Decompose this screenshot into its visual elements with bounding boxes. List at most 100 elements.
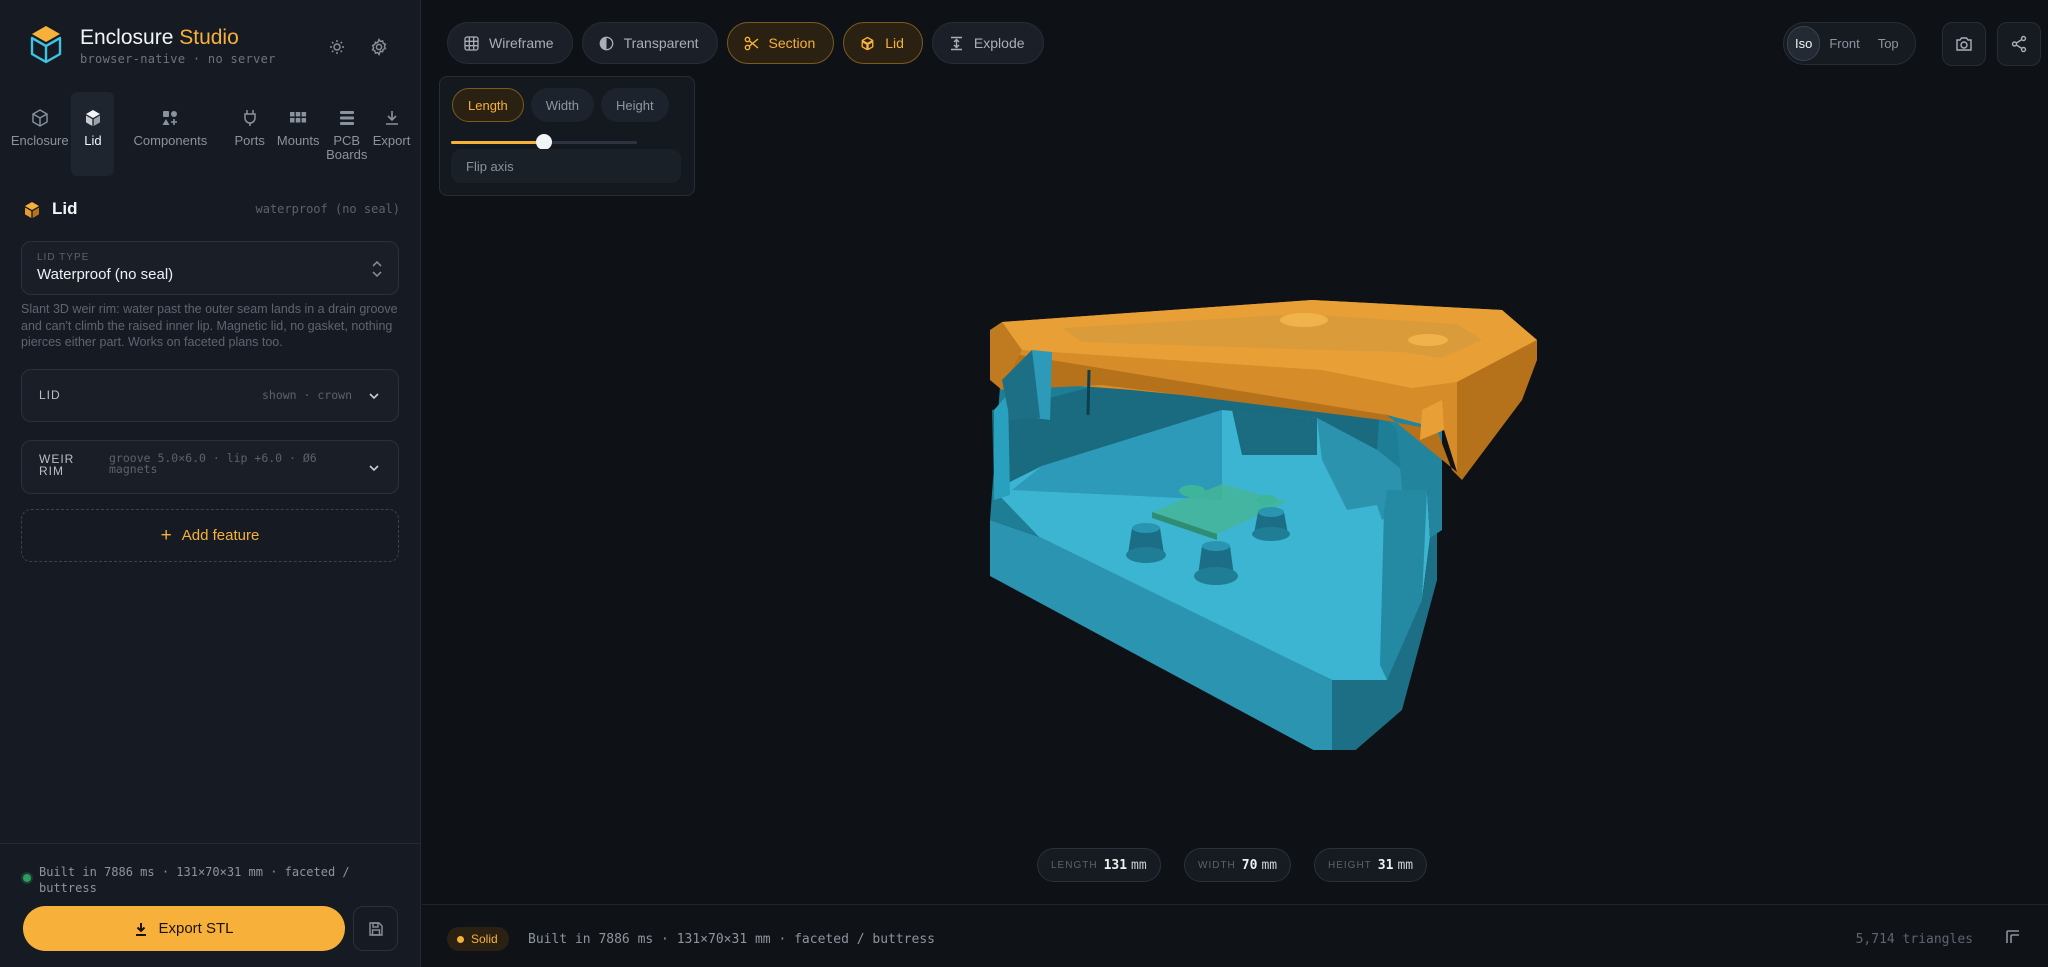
plug-icon <box>243 110 256 126</box>
toolbar-label: Explode <box>973 35 1025 51</box>
view-front-button[interactable]: Front <box>1820 26 1868 61</box>
render-mode-dot <box>457 935 464 943</box>
dimension-unit: mm <box>1261 857 1278 873</box>
tab-enclosure[interactable]: Enclosure <box>8 92 71 176</box>
sidebar-tabs: Enclosure Lid Components Ports Mounts PC… <box>8 92 413 176</box>
tab-label: Enclosure <box>10 133 69 148</box>
share-icon <box>2011 35 2027 53</box>
dimension-key: LENGTH <box>1051 859 1098 871</box>
stack-icon <box>339 111 354 125</box>
tab-lid[interactable]: Lid <box>71 92 115 176</box>
grid-icon <box>290 112 307 123</box>
app-title-accent: Studio <box>179 26 239 49</box>
render-mode-label: Solid <box>471 932 498 946</box>
render-mode-badge[interactable]: Solid <box>447 927 509 951</box>
add-feature-label: Add feature <box>181 527 260 544</box>
lid-type-select[interactable]: LID TYPE Waterproof (no seal) <box>21 241 399 295</box>
slider-fill <box>451 141 544 144</box>
build-status-text: Built in 7886 ms · 131×70×31 mm · facete… <box>39 865 350 895</box>
app-title: Enclosure Studio <box>80 26 239 50</box>
share-button[interactable] <box>1997 22 2041 66</box>
enclosure-model-render[interactable] <box>982 290 1682 750</box>
section-toggle[interactable]: Section <box>726 22 835 64</box>
app-subtitle: browser-native · no server <box>80 52 276 66</box>
panel-header: Lid waterproof (no seal) <box>22 199 400 223</box>
flip-axis-button[interactable]: Flip axis <box>451 149 681 183</box>
settings-button[interactable] <box>366 34 392 60</box>
build-status-dot <box>23 874 31 882</box>
panel-title: Lid <box>52 199 78 218</box>
save-button[interactable] <box>353 906 398 951</box>
dimension-value: 31 <box>1377 857 1394 873</box>
cube-solid-icon <box>25 202 39 218</box>
view-top-button[interactable]: Top <box>1869 26 1908 61</box>
gear-icon <box>371 38 387 56</box>
sidebar-footer: Built in 7886 ms · 131×70×31 mm · facete… <box>0 843 421 967</box>
sun-icon <box>330 40 344 54</box>
chevron-up-down-icon <box>372 260 382 278</box>
dimension-height-badge: HEIGHT 31 mm <box>1314 848 1428 882</box>
dimension-key: HEIGHT <box>1328 859 1372 871</box>
tab-components[interactable]: Components <box>114 92 226 176</box>
tab-export[interactable]: Export <box>370 92 413 176</box>
3d-viewport[interactable]: Wireframe Transparent Section Lid Explod… <box>422 0 2048 904</box>
accordion-meta: groove 5.0×6.0 · lip +6.0 · Ø6 magnets <box>109 451 317 476</box>
export-stl-label: Export STL <box>158 920 234 937</box>
status-bar: Solid Built in 7886 ms · 131×70×31 mm · … <box>422 904 2048 967</box>
add-feature-button[interactable]: + Add feature <box>21 509 399 562</box>
accordion-title: LID <box>39 388 61 402</box>
download-icon <box>385 111 398 125</box>
chevron-down-icon <box>369 465 379 472</box>
screenshot-button[interactable] <box>1942 22 1986 66</box>
transparent-toggle[interactable]: Transparent <box>581 22 718 64</box>
panel-tag: waterproof (no seal) <box>255 202 401 216</box>
tab-pcb-boards[interactable]: PCB Boards <box>323 92 370 176</box>
dimension-length-badge: LENGTH 131 mm <box>1037 848 1161 882</box>
axis-length-button[interactable]: Length <box>452 88 524 122</box>
floppy-icon <box>368 921 383 936</box>
accordion-weir-rim[interactable]: WEIR RIM groove 5.0×6.0 · lip +6.0 · Ø6 … <box>21 440 399 494</box>
accordion-title: WEIR RIM <box>39 452 75 478</box>
triangle-count: 5,714 triangles <box>1855 932 1973 947</box>
lid-type-value: Waterproof (no seal) <box>37 266 174 283</box>
download-icon <box>136 922 147 936</box>
explode-icon <box>950 36 962 50</box>
dimension-key: WIDTH <box>1198 859 1236 871</box>
wireframe-toggle[interactable]: Wireframe <box>447 22 573 64</box>
accordion-lid[interactable]: LID shown · crown <box>21 369 399 422</box>
explode-toggle[interactable]: Explode <box>931 22 1044 64</box>
toolbar-label: Transparent <box>623 35 699 51</box>
build-info: Built in 7886 ms · 131×70×31 mm · facete… <box>528 932 935 947</box>
logo-icon <box>30 26 62 64</box>
view-iso-button[interactable]: Iso <box>1787 26 1821 61</box>
tab-label: Mounts <box>276 133 320 148</box>
theme-toggle-button[interactable] <box>324 34 350 60</box>
shapes-icon <box>162 111 178 125</box>
dimension-unit: mm <box>1397 857 1414 873</box>
dimension-value: 70 <box>1241 857 1258 873</box>
toolbar-label: Section <box>768 35 816 51</box>
brand: Enclosure Studio browser-native · no ser… <box>28 24 408 76</box>
dimension-width-badge: WIDTH 70 mm <box>1184 848 1292 882</box>
section-panel: Length Width Height Flip axis <box>439 76 695 196</box>
cube-solid-icon <box>861 36 874 50</box>
slider-handle[interactable] <box>536 134 552 150</box>
sidebar: Enclosure Studio browser-native · no ser… <box>0 0 421 967</box>
section-slider[interactable] <box>451 134 637 150</box>
half-circle-icon <box>599 36 613 50</box>
accordion-meta: shown · crown <box>261 388 352 402</box>
export-stl-button[interactable]: Export STL <box>23 906 345 951</box>
axis-height-button[interactable]: Height <box>601 88 669 122</box>
view-preset-group: Iso Front Top <box>1783 22 1916 65</box>
layout-icon[interactable] <box>2006 930 2020 944</box>
dimension-value: 131 <box>1103 857 1128 873</box>
axis-width-button[interactable]: Width <box>530 88 594 122</box>
tab-ports[interactable]: Ports <box>226 92 273 176</box>
tab-mounts[interactable]: Mounts <box>273 92 323 176</box>
tab-label: Ports <box>234 133 265 148</box>
view-toolbar: Wireframe Transparent Section Lid Explod… <box>447 22 1044 64</box>
plus-icon: + <box>160 524 172 546</box>
lid-toggle[interactable]: Lid <box>843 22 923 64</box>
grid-icon <box>464 35 479 51</box>
section-axis-group: Length Width Height <box>452 88 669 122</box>
